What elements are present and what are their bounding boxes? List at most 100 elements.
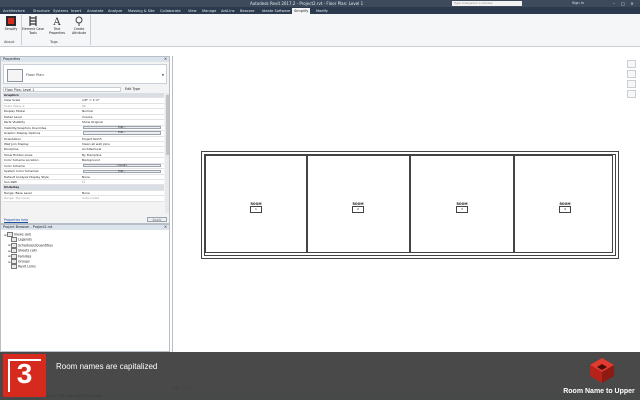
title-bar: Autodesk Revit 2017.2 - Project2.rvt - F…: [0, 0, 640, 7]
browser-item-label: Views (all): [14, 232, 32, 237]
property-value[interactable]: Architectural: [82, 147, 101, 151]
room-tag[interactable]: ROOM 2: [348, 202, 368, 213]
property-name: Underlay: [4, 185, 20, 190]
maximize-icon[interactable]: □: [620, 1, 626, 6]
room-number: 1: [250, 206, 262, 213]
text-properties-button[interactable]: A Text Properties: [46, 15, 68, 39]
element-case-tools-button[interactable]: Element Case Tools: [22, 15, 44, 39]
property-name: Show Hidden Lines: [4, 152, 33, 157]
instance-select[interactable]: Floor Plan: Level 1: [3, 87, 121, 92]
property-value[interactable]: Background: [82, 158, 100, 162]
property-edit-button[interactable]: Edit...: [83, 169, 161, 173]
room-name: ROOM: [456, 202, 468, 206]
room-tag[interactable]: ROOM 1: [246, 202, 266, 213]
zoom-icon[interactable]: [627, 90, 636, 98]
room-name: ROOM: [352, 202, 364, 206]
folder-icon: [11, 259, 17, 264]
property-value[interactable]: Project North: [82, 137, 102, 141]
element-case-tools-label: Element Case Tools: [22, 27, 45, 35]
step-badge: 3: [3, 354, 46, 397]
property-name: System Color Schemes: [4, 169, 39, 174]
create-attribute-button[interactable]: Create Attribute: [68, 15, 90, 39]
folder-icon: [7, 232, 13, 237]
browser-item-label: Families: [18, 254, 32, 259]
browser-item[interactable]: Revit Links: [8, 264, 36, 270]
property-name: Graphics: [4, 93, 19, 97]
simplify-button[interactable]: Simplify: [0, 15, 22, 39]
browser-item-label: Sheets (all): [18, 248, 37, 253]
text-properties-label: Text Properties: [48, 27, 66, 35]
simplify-logo-icon: [6, 16, 16, 26]
property-name: Color Scheme: [4, 163, 25, 168]
browser-item[interactable]: ⊞ Families: [8, 253, 32, 259]
room-tag[interactable]: ROOM 4: [555, 202, 575, 213]
property-row[interactable]: Range: Top Level Unbounded: [3, 196, 164, 202]
folder-icon: [11, 264, 17, 270]
property-name: Scale Value 1:: [4, 103, 26, 108]
properties-scrollbar[interactable]: [165, 93, 169, 213]
close-icon[interactable]: ✕: [164, 225, 167, 230]
project-browser: Project Browser - Project2.rvt ✕ ⊞ Views …: [0, 224, 170, 352]
browser-item[interactable]: ⊞ Groups: [8, 259, 30, 264]
browser-item-label: Legends: [18, 237, 32, 242]
property-edit-button[interactable]: Edit...: [83, 126, 161, 130]
step-number: 3: [16, 358, 33, 389]
sign-in-link[interactable]: Sign In: [572, 1, 584, 5]
property-value[interactable]: Coarse: [82, 115, 92, 119]
browser-item[interactable]: ⊞ Schedules/Quantities: [8, 242, 53, 248]
property-edit-button[interactable]: Edit...: [83, 131, 161, 135]
steering-wheel-icon[interactable]: [627, 80, 636, 88]
property-value[interactable]: Normal: [82, 109, 93, 113]
window-title: Autodesk Revit 2017.2 - Project2.rvt - F…: [250, 1, 364, 6]
folder-icon: [11, 237, 17, 243]
property-value[interactable]: None: [82, 191, 90, 195]
property-name: Display Model: [4, 109, 26, 114]
close-icon[interactable]: [627, 60, 636, 68]
property-value[interactable]: None: [82, 175, 90, 179]
property-name: Discipline: [4, 147, 19, 152]
property-name: Wall Join Display: [4, 141, 29, 146]
type-name: Floor Plan: [26, 73, 44, 77]
type-selector[interactable]: Floor Plan ▼: [3, 64, 167, 84]
edit-type-button[interactable]: Edit Type: [125, 87, 140, 92]
property-value[interactable]: 96: [82, 104, 86, 108]
property-name: View Scale: [4, 98, 21, 103]
browser-item[interactable]: ⊞ Views (all): [4, 232, 31, 237]
ribbon-tabs: Architecture Structure Systems Insert An…: [0, 7, 640, 14]
minimize-icon[interactable]: –: [611, 1, 617, 6]
property-name: Parts Visibility: [4, 120, 26, 125]
chevron-down-icon[interactable]: ▼: [162, 73, 164, 77]
apply-button[interactable]: Apply: [147, 217, 167, 222]
property-value[interactable]: Unbounded: [82, 196, 99, 200]
properties-palette: Properties ✕ Floor Plan ▼ Floor Plan: Le…: [0, 56, 170, 224]
view-cube-icon[interactable]: [627, 70, 636, 78]
project-browser-header: Project Browser - Project2.rvt ✕: [1, 225, 169, 230]
close-icon[interactable]: ✕: [629, 1, 635, 6]
room-name: ROOM: [559, 202, 571, 206]
browser-item[interactable]: ⊞ Sheets (all): [8, 248, 37, 254]
property-value[interactable]: 1/8" = 1'-0": [82, 98, 100, 102]
panel-divider: [90, 15, 91, 45]
ladder-icon: [29, 16, 37, 26]
drawing-canvas[interactable]: ROOM 1 ROOM 2 ROOM 3 ROOM 4 1/8" = 1'-0": [172, 56, 640, 390]
property-value[interactable]: By Discipline: [82, 153, 101, 157]
property-name: Color Scheme Location: [4, 158, 39, 163]
property-value[interactable]: ☐: [82, 180, 85, 184]
close-icon[interactable]: ✕: [164, 57, 167, 62]
room-tag[interactable]: ROOM 3: [452, 202, 472, 213]
property-value[interactable]: Show Original: [82, 120, 103, 124]
panel-label-about: About: [4, 40, 15, 44]
property-edit-button[interactable]: <none>: [83, 164, 161, 168]
scrollbar-thumb[interactable]: [165, 95, 169, 155]
property-name: Range: Top Level: [4, 196, 30, 201]
browser-item[interactable]: Legends: [8, 237, 32, 243]
tutorial-banner: 3 Room names are capitalized Room Name t…: [0, 352, 640, 400]
property-name: Orientation: [4, 136, 21, 141]
property-name: Default Analysis Display Style: [4, 174, 49, 179]
properties-help-link[interactable]: Properties help: [4, 218, 28, 222]
search-input[interactable]: Type a keyword or phrase: [452, 1, 522, 6]
property-value[interactable]: Clean all wall joins: [82, 142, 110, 146]
product-name: Room Name to Upper: [563, 388, 635, 395]
properties-header: Properties ✕: [1, 57, 169, 62]
project-browser-title: Project Browser - Project2.rvt: [3, 225, 53, 229]
